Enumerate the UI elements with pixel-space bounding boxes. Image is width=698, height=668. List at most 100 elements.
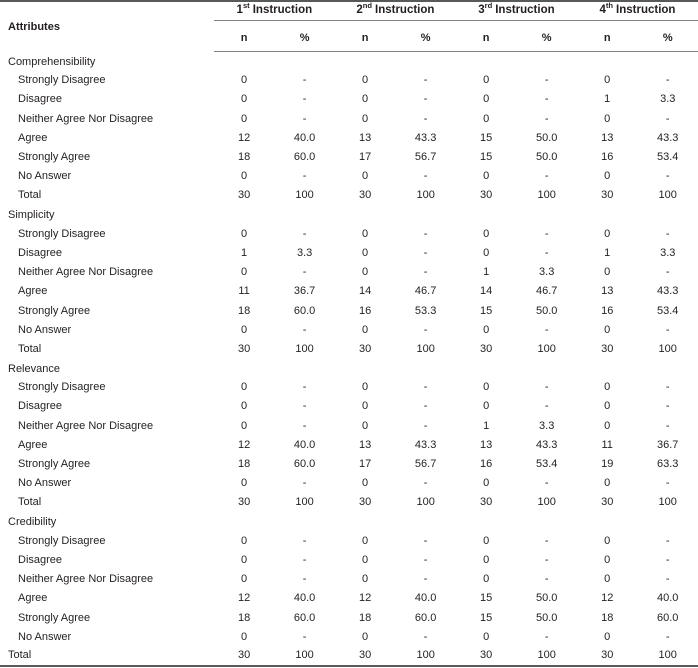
cell-pct-4: 100 (637, 646, 698, 667)
cell-pct-1: - (302, 323, 307, 336)
cell-pct-1: 40.0 (293, 131, 316, 144)
cell-n-2: 0 (362, 93, 369, 106)
section-label: Comprehensibility (8, 55, 96, 68)
cell-pct-2 (395, 512, 456, 531)
cell-n-1: 0 (241, 227, 248, 240)
cell-n-1: 18 (237, 611, 251, 624)
cell-n-3: 0 (483, 93, 490, 106)
cell-n-3: 0 (483, 534, 490, 547)
table-row: Neither Agree Nor Disagree 0 - 0 - 1 3.3 0 - (0, 416, 698, 435)
cell-n-4: 0 (604, 419, 611, 432)
cell-n-2: 0 (362, 534, 369, 547)
column-group-label-3: Instruction (495, 4, 555, 16)
cell-n-2: 0 (362, 74, 369, 87)
cell-pct-1: - (302, 477, 307, 490)
cell-pct-3: 50.0 (535, 592, 558, 605)
cell-pct-3: - (544, 246, 549, 259)
table-row: No Answer 0 - 0 - 0 - 0 - (0, 474, 698, 493)
cell-n-1: 0 (241, 381, 248, 394)
cell-pct-1: - (302, 534, 307, 547)
cell-n-1: 0 (241, 400, 248, 413)
cell-pct-1: 100 (274, 646, 335, 667)
table-row: No Answer 0 - 0 - 0 - 0 - (0, 167, 698, 186)
row-label: Total (18, 342, 42, 355)
cell-n-1: 0 (241, 74, 248, 87)
column-group-label-2: Instruction (375, 4, 435, 16)
cell-pct-1: - (302, 553, 307, 566)
cell-n-2 (335, 205, 396, 224)
cell-pct-4: - (665, 323, 670, 336)
cell-pct-3: 100 (537, 496, 556, 509)
cell-n-2: 12 (358, 592, 372, 605)
cell-pct-1 (274, 205, 335, 224)
cell-pct-3 (516, 359, 577, 378)
cell-n-3: 30 (480, 496, 493, 509)
cell-n-2: 13 (358, 438, 372, 451)
cell-pct-4: 100 (658, 189, 677, 202)
row-label: Agree (18, 592, 48, 605)
cell-pct-2: - (423, 381, 428, 394)
cell-n-2: 0 (362, 573, 369, 586)
cell-n-3 (456, 359, 517, 378)
cell-pct-3: - (544, 630, 549, 643)
cell-n-4: 16 (601, 304, 614, 317)
grand-total-row: Total 30 100 30 100 30 100 30 100 (0, 646, 698, 667)
cell-pct-1: 36.7 (293, 285, 316, 298)
cell-pct-3 (516, 52, 577, 71)
table-row: Neither Agree Nor Disagree 0 - 0 - 0 - 0 - (0, 109, 698, 128)
cell-pct-4: 100 (658, 496, 677, 509)
cell-pct-2: - (423, 477, 428, 490)
cell-pct-2 (395, 359, 456, 378)
cell-pct-1: - (302, 74, 307, 87)
cell-pct-3: 3.3 (539, 419, 555, 432)
table-row: Total 30 100 30 100 30 100 30 100 (0, 186, 698, 205)
cell-pct-3: 3.3 (539, 266, 555, 279)
cell-n-3: 0 (483, 227, 490, 240)
cell-pct-2: 100 (416, 189, 435, 202)
subheader-n-2: n (334, 25, 396, 52)
cell-pct-3: - (544, 323, 549, 336)
row-label: Neither Agree Nor Disagree (18, 266, 154, 279)
row-label: No Answer (18, 630, 72, 643)
cell-pct-4: - (665, 419, 670, 432)
cell-pct-3: 100 (537, 342, 556, 355)
row-label: Agree (18, 285, 48, 298)
subheader-pct-4: % (637, 25, 698, 52)
cell-n-4: 30 (576, 646, 638, 667)
table-row: Strongly Agree 18 60.0 17 56.7 15 50.0 16 53.4 (0, 147, 698, 166)
row-label: Neither Agree Nor Disagree (18, 112, 154, 125)
cell-pct-1: 60.0 (293, 458, 316, 471)
row-label: Disagree (18, 246, 63, 259)
cell-pct-2: - (423, 323, 428, 336)
cell-n-3: 16 (480, 458, 493, 471)
row-label: Disagree (18, 553, 63, 566)
cell-pct-3: - (544, 74, 549, 87)
table-row: Agree 12 40.0 12 40.0 15 50.0 12 40.0 (0, 589, 698, 608)
data-table: Attributes 1st Instruction 2nd Instruction… (0, 0, 698, 667)
cell-pct-2: - (423, 573, 428, 586)
cell-pct-1: 100 (295, 342, 314, 355)
cell-pct-3: - (544, 534, 549, 547)
cell-n-3: 0 (483, 573, 490, 586)
cell-n-4: 0 (604, 381, 611, 394)
cell-n-3: 30 (480, 342, 493, 355)
row-label: Strongly Agree (18, 611, 91, 624)
cell-pct-4: - (665, 553, 670, 566)
cell-pct-3: 50.0 (535, 611, 558, 624)
table-row: Strongly Disagree 0 - 0 - 0 - 0 - (0, 531, 698, 550)
cell-pct-1: - (302, 419, 307, 432)
cell-n-4: 1 (604, 246, 611, 259)
table-row: Strongly Agree 18 60.0 18 60.0 15 50.0 18 60.0 (0, 608, 698, 627)
cell-pct-4: 40.0 (657, 592, 679, 605)
cell-n-4: 16 (601, 151, 614, 164)
cell-pct-2: 100 (416, 342, 435, 355)
cell-pct-2: 46.7 (414, 285, 437, 298)
column-group-label-1: Instruction (252, 4, 313, 16)
cell-n-1: 0 (241, 419, 248, 432)
subheader-n-1: n (213, 25, 275, 52)
table-row: Neither Agree Nor Disagree 0 - 0 - 0 - 0 - (0, 570, 698, 589)
table-body: Comprehensibility Strongly Disagree 0 - 0 - 0 -… (0, 52, 698, 667)
cell-n-4: 0 (604, 573, 611, 586)
cell-n-2: 0 (362, 477, 369, 490)
cell-n-2 (335, 52, 396, 71)
